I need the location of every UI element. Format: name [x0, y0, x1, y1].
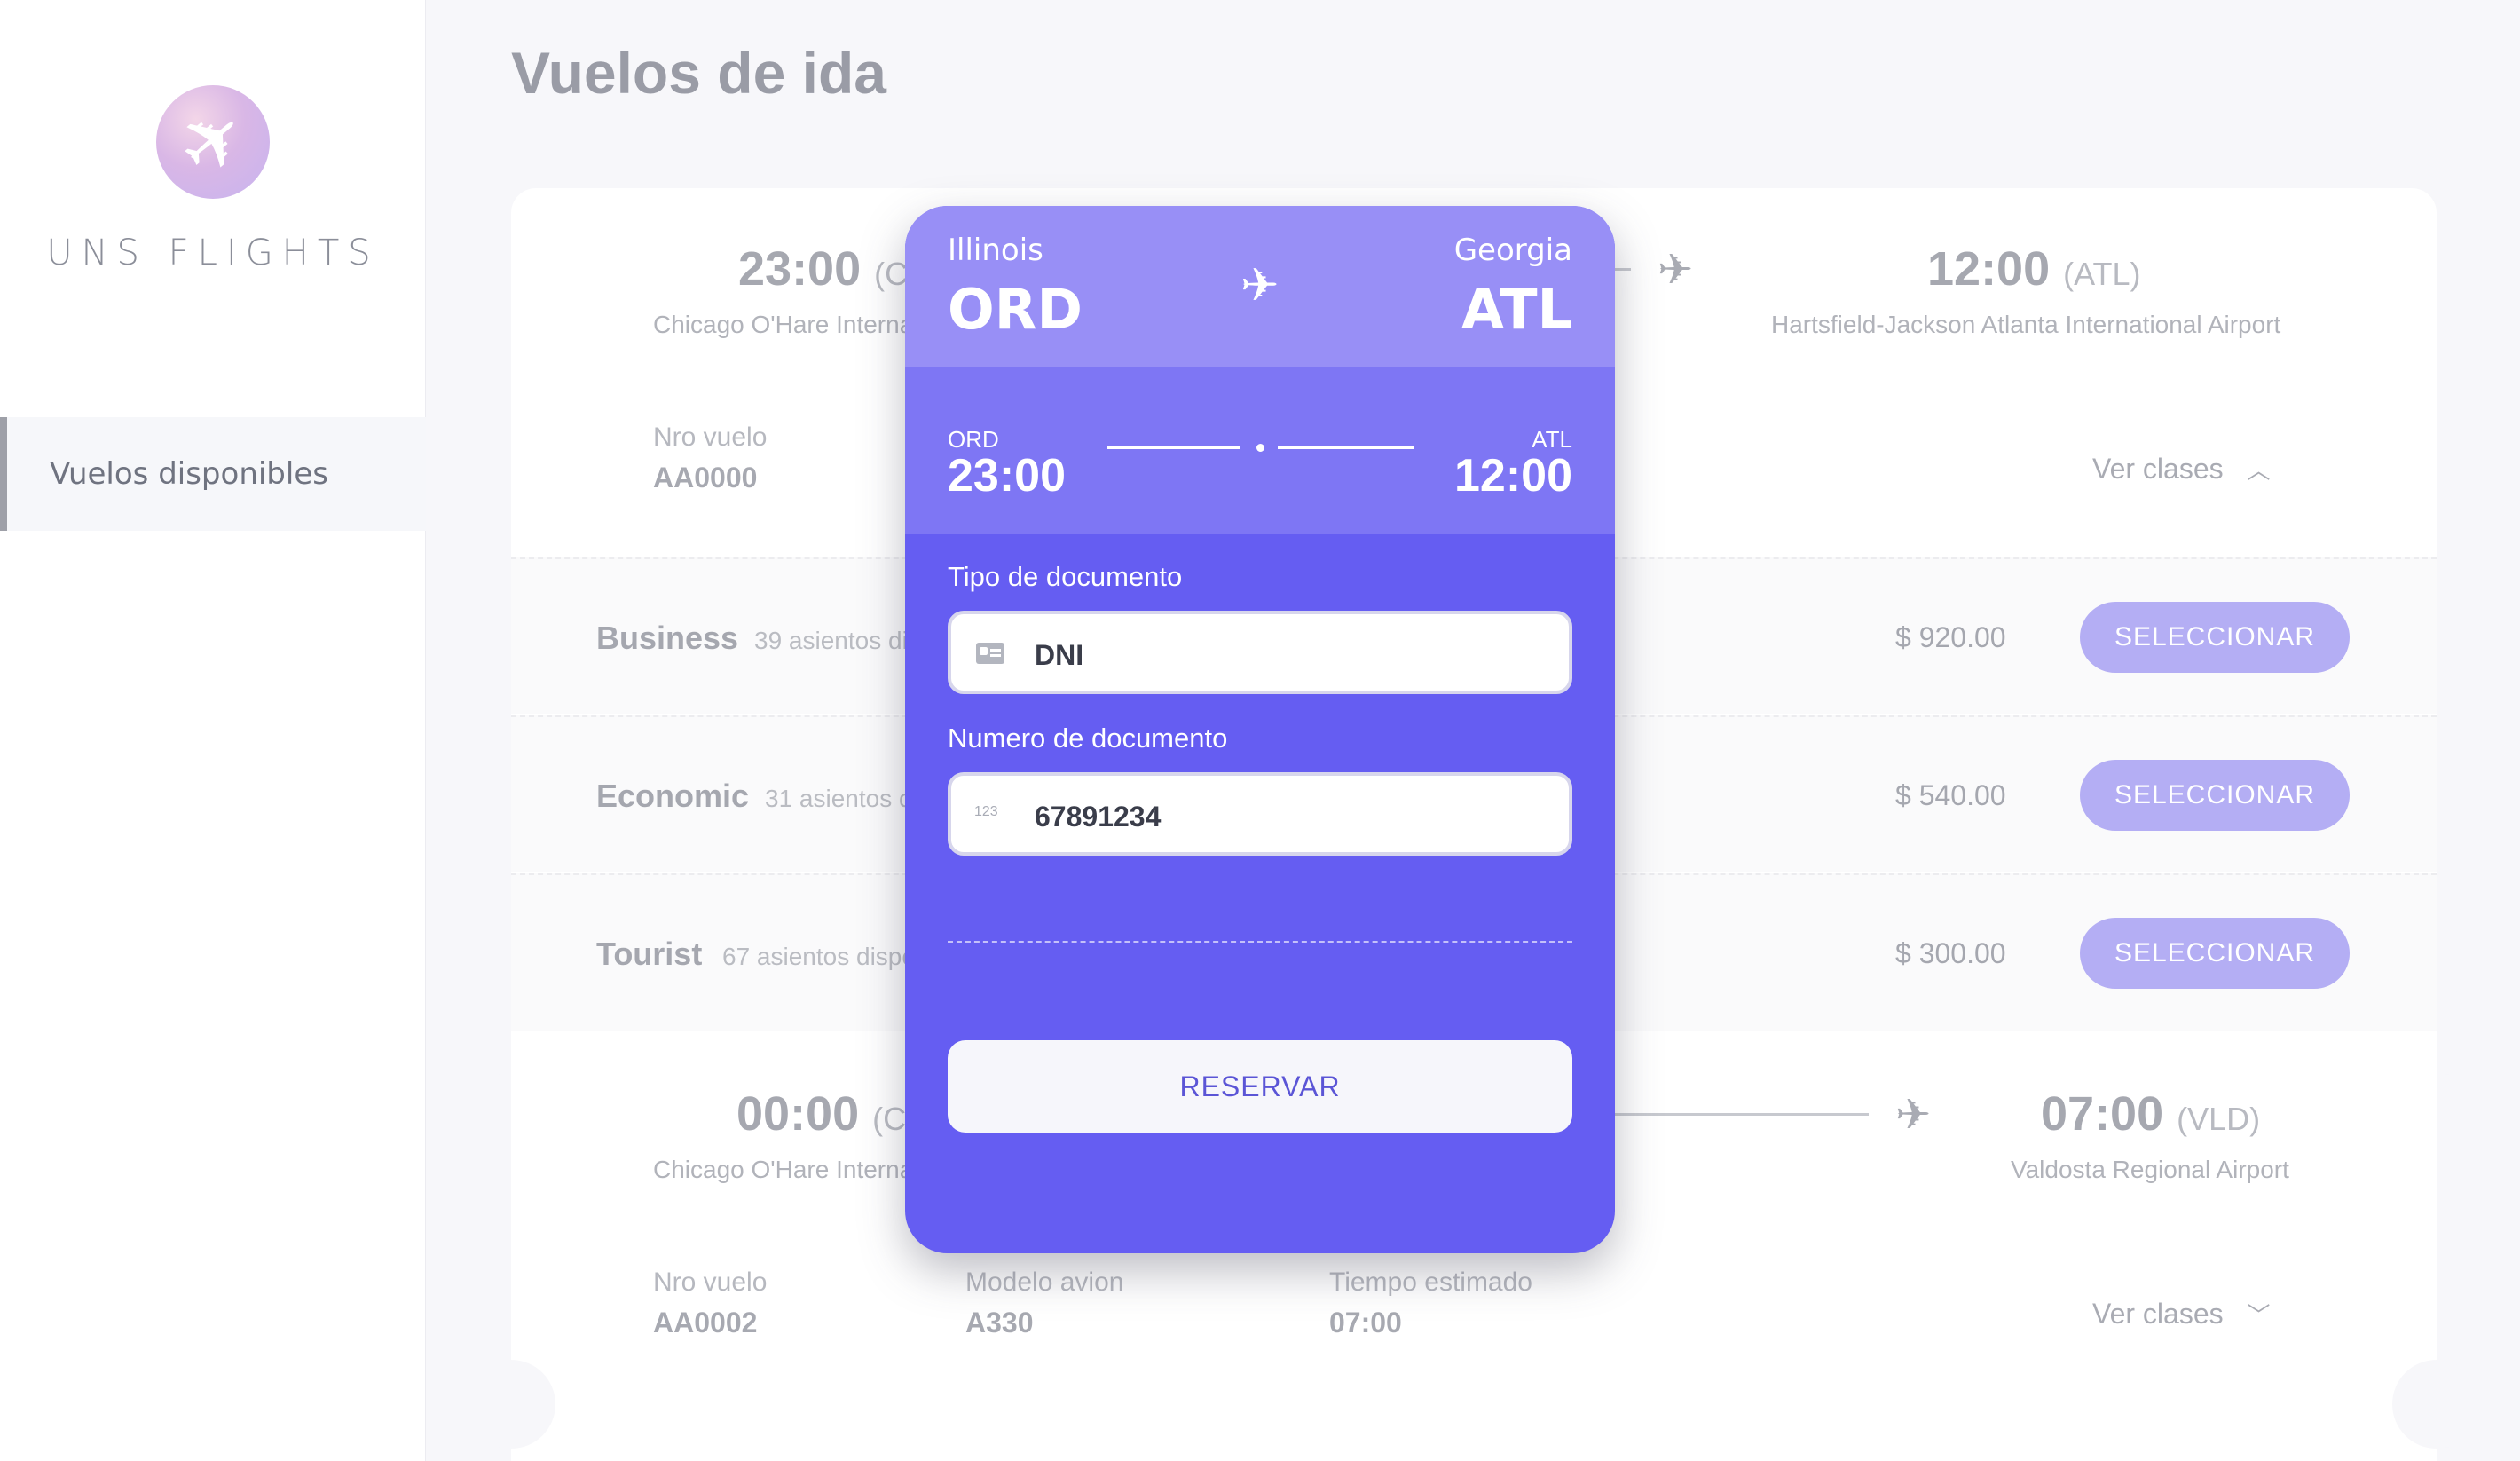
aircraft-model-label: Modelo avion: [965, 1268, 1124, 1297]
doc-number-label: Numero de documento: [948, 723, 1228, 754]
flight-number: AA0002: [653, 1307, 758, 1339]
destination-code: ATL: [1461, 277, 1572, 342]
card-notch: [2392, 1360, 2481, 1449]
page-title: Vuelos de ida: [511, 40, 887, 106]
departure-airport: Chicago O'Hare Interna: [653, 311, 914, 338]
class-name: Tourist: [596, 936, 703, 972]
seats-available: 67 asientos dispo: [722, 943, 916, 970]
doc-number-value: 67891234: [1035, 801, 1162, 833]
airplane-icon: ✈: [1658, 245, 1694, 295]
departure-airport: Chicago O'Hare Interna: [653, 1156, 914, 1183]
destination-state: Georgia: [1453, 233, 1572, 268]
aircraft-model: A330: [965, 1307, 1034, 1339]
class-price: $ 540.00: [1895, 779, 2006, 811]
flight-number: AA0000: [653, 462, 758, 494]
route-line: [1615, 268, 1631, 271]
route-line: [1278, 446, 1414, 449]
doc-type-field[interactable]: DNI: [948, 611, 1572, 694]
arrival-airport: Hartsfield-Jackson Atlanta International…: [1771, 311, 2281, 338]
ver-clases-link[interactable]: Ver clases ︿: [2092, 453, 2271, 486]
flight-number-label: Nro vuelo: [653, 1268, 768, 1297]
class-price: $ 300.00: [1895, 937, 2006, 969]
destination-time: 12:00: [1454, 450, 1572, 501]
doc-type-label: Tipo de documento: [948, 561, 1183, 592]
ver-clases-link[interactable]: Ver clases ﹀: [2092, 1298, 2271, 1331]
numeric-icon: 123: [974, 804, 998, 819]
route-line: [1107, 446, 1240, 449]
origin-state: Illinois: [948, 233, 1043, 268]
airplane-icon: ✈: [1895, 1090, 1932, 1140]
class-name: Business: [596, 620, 739, 656]
airplane-icon: ✈: [160, 87, 266, 197]
chevron-down-icon: ﹀: [2247, 1303, 2271, 1330]
card-notch: [467, 1360, 555, 1449]
departure-time: 00:00 (C: [736, 1087, 907, 1141]
arrival-time: 12:00 (ATL): [1927, 242, 2141, 296]
brand-name: UNS FLIGHTS: [46, 233, 380, 273]
select-business-button[interactable]: SELECCIONAR: [2080, 602, 2350, 673]
origin-code: ORD: [948, 277, 1083, 342]
departure-time: 23:00 (C: [738, 242, 909, 296]
divider: [948, 941, 1572, 943]
class-price: $ 920.00: [1895, 621, 2006, 653]
chevron-up-icon: ︿: [2247, 458, 2271, 485]
flight-number-label: Nro vuelo: [653, 423, 768, 452]
sidebar-item-vuelos-disponibles[interactable]: Vuelos disponibles: [0, 417, 426, 531]
route-dot: [1256, 444, 1264, 452]
airplane-icon: ✈: [1240, 259, 1280, 312]
doc-number-field[interactable]: 123 67891234: [948, 772, 1572, 856]
arrival-time: 07:00 (VLD): [2041, 1087, 2261, 1141]
arrival-airport: Valdosta Regional Airport: [2011, 1156, 2289, 1183]
seats-available: 31 asientos d: [765, 785, 913, 812]
seats-available: 39 asientos di: [754, 627, 908, 654]
estimated-time-label: Tiempo estimado: [1329, 1268, 1532, 1297]
logo: ✈: [156, 85, 270, 199]
sidebar: ✈ UNS FLIGHTS Vuelos disponibles: [0, 0, 426, 1461]
reserve-button[interactable]: RESERVAR: [948, 1040, 1572, 1133]
doc-type-value: DNI: [1035, 639, 1084, 671]
id-card-icon: [976, 643, 1004, 664]
estimated-time: 07:00: [1329, 1307, 1402, 1339]
origin-time: 23:00: [948, 450, 1066, 501]
booking-modal: Illinois ORD ✈ Georgia ATL ORD 23:00 ATL…: [905, 206, 1615, 1253]
route-line: [1615, 1113, 1869, 1116]
class-name: Economic: [596, 778, 750, 814]
select-tourist-button[interactable]: SELECCIONAR: [2080, 918, 2350, 989]
select-economic-button[interactable]: SELECCIONAR: [2080, 760, 2350, 831]
